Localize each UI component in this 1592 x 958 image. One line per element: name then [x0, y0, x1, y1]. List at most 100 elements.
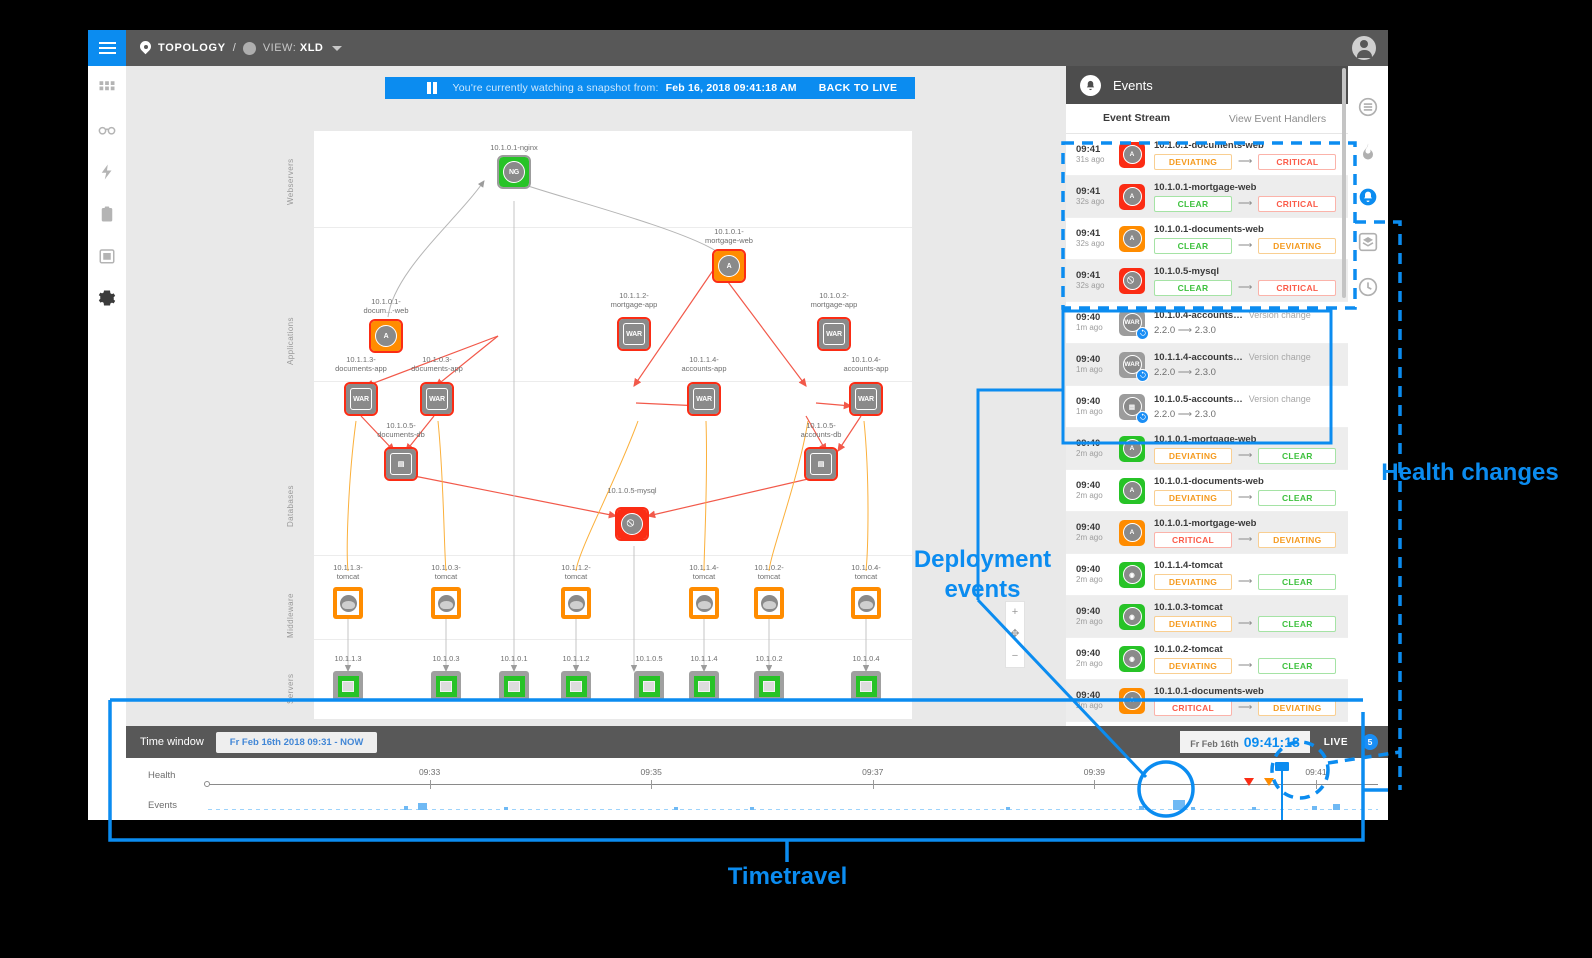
node-mortgage-web[interactable]: A	[712, 249, 746, 283]
timeline-tick-label: 09:35	[640, 767, 662, 777]
user-account-icon[interactable]	[1352, 36, 1376, 60]
arrow-right-icon: ⟶	[1238, 534, 1253, 546]
node-documents-app-1[interactable]: WAR	[344, 382, 378, 416]
event-row[interactable]: 09:41 32s ago A 10.1.0.1-mortgage-web CLEAR ⟶…	[1066, 176, 1348, 218]
event-status-icon: ▤	[1119, 393, 1149, 424]
node-nginx[interactable]: NG	[497, 155, 531, 189]
arrow-right-icon: ⟶	[1177, 324, 1193, 336]
event-time: 09:40 1m ago	[1076, 354, 1116, 376]
event-row[interactable]: 09:40 2m ago A 10.1.0.1-documents-web CRITIC…	[1066, 680, 1348, 722]
history-clock-icon[interactable]	[1357, 276, 1379, 298]
status-badge-to: CLEAR	[1258, 615, 1337, 632]
topology-graph[interactable]: Webservers Applications Databases Middle…	[286, 131, 912, 719]
dashboard-grid-icon[interactable]	[97, 78, 117, 98]
event-component-name[interactable]: 10.1.0.1-mortgage-web	[1154, 181, 1256, 195]
view-label[interactable]: VIEW: XLD	[263, 42, 324, 54]
events-scrollbar[interactable]	[1342, 68, 1346, 298]
event-component-name[interactable]: 10.1.0.3-tomcat	[1154, 601, 1223, 615]
menu-button[interactable]	[88, 30, 126, 66]
node-server-2[interactable]	[431, 671, 461, 701]
event-row[interactable]: 09:4132s ago⃠ 10.1.0.5-mysqlCLEAR ⟶ CRITICA…	[1066, 260, 1348, 302]
tab-view-event-handlers[interactable]: View Event Handlers	[1207, 104, 1348, 133]
time-cursor-handle[interactable]	[1275, 762, 1289, 771]
node-documents-app-2[interactable]: WAR	[420, 382, 454, 416]
event-component-name[interactable]: 10.1.0.4-accounts…	[1154, 309, 1243, 323]
node-server-4[interactable]	[561, 671, 591, 701]
event-component-name[interactable]: 10.1.0.1-mortgage-web	[1154, 517, 1256, 531]
node-label: 10.1.1.2- tomcat	[561, 563, 591, 582]
event-name-row: 10.1.0.4-accounts… Version change	[1154, 309, 1340, 323]
event-density-bar	[750, 807, 754, 810]
events-list[interactable]: 09:41 31s ago A 10.1.0.1-documents-web DEVIA…	[1066, 134, 1348, 726]
event-component-name[interactable]: 10.1.0.1-documents-web	[1154, 223, 1264, 237]
node-documents-db[interactable]: ▤	[384, 447, 418, 481]
event-row[interactable]: 09:41 31s ago A 10.1.0.1-documents-web DEVIA…	[1066, 134, 1348, 176]
notifications-bell-icon[interactable]	[1357, 186, 1379, 208]
time-window-value[interactable]: Fr Feb 16th 2018 09:31 - NOW	[215, 731, 378, 753]
node-server-3[interactable]	[499, 671, 529, 701]
live-button[interactable]: LIVE	[1324, 737, 1348, 748]
chevron-down-icon[interactable]	[332, 45, 343, 51]
event-row[interactable]: 09:40 1m ago ▤ 10.1.0.5-accounts… Version ch…	[1066, 386, 1348, 428]
settings-gear-icon[interactable]	[97, 288, 117, 308]
event-component-name[interactable]: 10.1.0.1-documents-web	[1154, 139, 1264, 153]
time-cursor[interactable]	[1281, 766, 1283, 820]
node-tomcat-6[interactable]	[851, 587, 881, 619]
events-bolt-icon[interactable]	[97, 162, 117, 182]
node-documents-web[interactable]: A	[369, 319, 403, 353]
zoom-in-button[interactable]: +	[1012, 607, 1018, 618]
layers-icon[interactable]	[1357, 231, 1379, 253]
back-to-live-button[interactable]: BACK TO LIVE	[819, 82, 898, 94]
event-status-icon: WAR	[1119, 351, 1149, 382]
document-icon: ▤	[810, 453, 832, 475]
event-row[interactable]: 09:41 32s ago A 10.1.0.1-documents-web CLEAR…	[1066, 218, 1348, 260]
breadcrumb-topology[interactable]: TOPOLOGY	[158, 42, 226, 54]
view-label-text: VIEW:	[262, 42, 297, 54]
views-square-icon[interactable]	[97, 246, 117, 266]
tab-event-stream[interactable]: Event Stream	[1066, 104, 1207, 133]
flame-icon[interactable]	[1357, 141, 1379, 163]
event-component-name[interactable]: 10.1.0.1-documents-web	[1154, 685, 1264, 699]
event-row[interactable]: 09:40 2m ago ◉ 10.1.0.3-tomcat DEVIATING ⟶ CLE…	[1066, 596, 1348, 638]
node-server-7[interactable]	[754, 671, 784, 701]
node-accounts-app-1[interactable]: WAR	[687, 382, 721, 416]
node-accounts-app-2[interactable]: WAR	[849, 382, 883, 416]
reports-clipboard-icon[interactable]	[97, 204, 117, 224]
event-component-name[interactable]: 10.1.0.2-tomcat	[1154, 643, 1223, 657]
event-component-name[interactable]: 10.1.0.5-mysql	[1154, 265, 1219, 279]
node-tomcat-1[interactable]	[333, 587, 363, 619]
timetravel-tracks[interactable]: Health Events 09:33 09:35 09:37 09:39 09:41 …	[126, 758, 1388, 820]
timetravel-header: Time window Fr Feb 16th 2018 09:31 - NOW…	[126, 726, 1388, 758]
event-row[interactable]: 09:40 2m ago A 10.1.0.1-mortgage-web DEVIATI…	[1066, 428, 1348, 470]
node-mysql[interactable]: ⃠	[615, 507, 649, 541]
event-row[interactable]: 09:40 2m ago ◉ 10.1.0.2-tomcat DEVIATING ⟶ CLE…	[1066, 638, 1348, 680]
event-row[interactable]: 09:40 2m ago A 10.1.0.1-documents-web DEVIAT…	[1066, 470, 1348, 512]
event-component-name[interactable]: 10.1.0.5-accounts…	[1154, 393, 1243, 407]
zoom-out-button[interactable]: −	[1012, 650, 1018, 662]
event-component-name[interactable]: 10.1.1.4-tomcat	[1154, 559, 1223, 573]
node-mortgage-app-1[interactable]: WAR	[617, 317, 651, 351]
node-server-8[interactable]	[851, 671, 881, 701]
track-start-handle[interactable]	[204, 781, 210, 787]
node-tomcat-4[interactable]	[689, 587, 719, 619]
node-server-6[interactable]	[689, 671, 719, 701]
node-server-5[interactable]	[634, 671, 664, 701]
component-type-a-icon: A	[1122, 187, 1142, 206]
node-tomcat-2[interactable]	[431, 587, 461, 619]
pause-icon[interactable]	[427, 82, 437, 94]
event-row[interactable]: 09:40 2m ago A 10.1.0.1-mortgage-web CRITICA…	[1066, 512, 1348, 554]
event-component-name[interactable]: 10.1.0.1-documents-web	[1154, 475, 1264, 489]
event-row[interactable]: 09:40 1m ago WAR 10.1.0.4-accounts… Version …	[1066, 302, 1348, 344]
event-component-name[interactable]: 10.1.1.4-accounts…	[1154, 351, 1243, 365]
node-accounts-db[interactable]: ▤	[804, 447, 838, 481]
node-tomcat-3[interactable]	[561, 587, 591, 619]
explore-glasses-icon[interactable]	[97, 120, 117, 140]
zoom-fit-button[interactable]: ✥	[1010, 628, 1019, 640]
node-mortgage-app-2[interactable]: WAR	[817, 317, 851, 351]
node-server-1[interactable]	[333, 671, 363, 701]
event-row[interactable]: 09:40 2m ago ◉ 10.1.1.4-tomcat DEVIATING ⟶ CLE…	[1066, 554, 1348, 596]
event-component-name[interactable]: 10.1.0.1-mortgage-web	[1154, 433, 1256, 447]
node-tomcat-5[interactable]	[754, 587, 784, 619]
list-view-icon[interactable]	[1357, 96, 1379, 118]
event-row[interactable]: 09:40 1m ago WAR 10.1.1.4-accounts… Version …	[1066, 344, 1348, 386]
